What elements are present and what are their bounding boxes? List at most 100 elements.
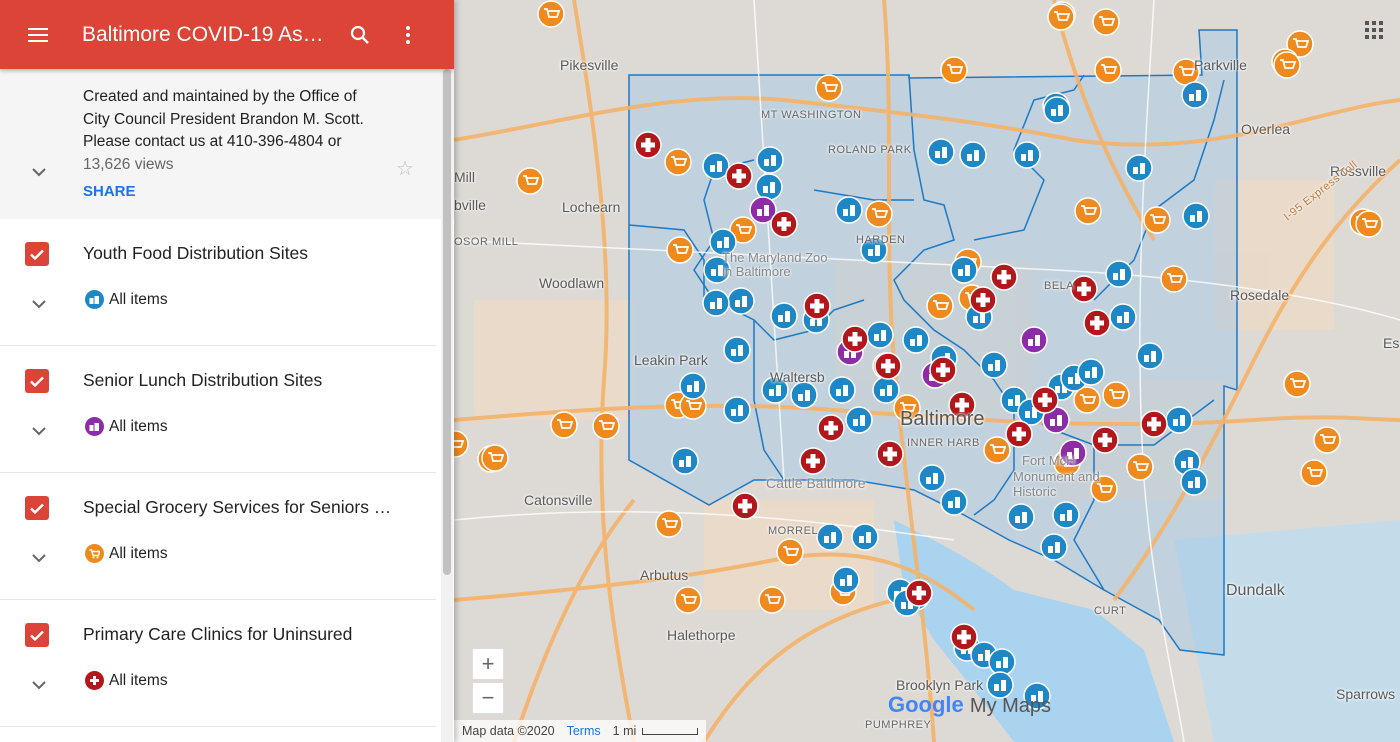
collapse-description-button[interactable] — [28, 161, 50, 183]
grocery-marker[interactable] — [1300, 459, 1328, 487]
expand-layer-button[interactable] — [28, 547, 50, 569]
expand-layer-button[interactable] — [28, 420, 50, 442]
grocery-marker[interactable] — [865, 200, 893, 228]
scale-bar[interactable]: 1 mi — [613, 724, 699, 738]
youth-food-marker[interactable] — [727, 287, 755, 315]
youth-food-marker[interactable] — [702, 289, 730, 317]
youth-food-marker[interactable] — [1077, 358, 1105, 386]
youth-food-marker[interactable] — [927, 138, 955, 166]
youth-food-marker[interactable] — [1182, 202, 1210, 230]
grocery-marker[interactable] — [776, 538, 804, 566]
youth-food-marker[interactable] — [988, 648, 1016, 676]
grocery-marker[interactable] — [940, 56, 968, 84]
youth-food-marker[interactable] — [918, 464, 946, 492]
clinic-marker[interactable] — [874, 352, 902, 380]
grocery-marker[interactable] — [983, 436, 1011, 464]
grocery-marker[interactable] — [1047, 3, 1075, 31]
youth-food-marker[interactable] — [702, 152, 730, 180]
youth-food-marker[interactable] — [1040, 533, 1068, 561]
layer-items-row[interactable]: All items — [85, 544, 168, 563]
youth-food-marker[interactable] — [845, 406, 873, 434]
grocery-marker[interactable] — [926, 292, 954, 320]
clinic-marker[interactable] — [770, 210, 798, 238]
clinic-marker[interactable] — [950, 623, 978, 651]
youth-food-marker[interactable] — [755, 173, 783, 201]
grocery-marker[interactable] — [550, 411, 578, 439]
youth-food-marker[interactable] — [790, 381, 818, 409]
youth-food-marker[interactable] — [671, 447, 699, 475]
youth-food-marker[interactable] — [950, 256, 978, 284]
clinic-marker[interactable] — [799, 447, 827, 475]
youth-food-marker[interactable] — [723, 336, 751, 364]
clinic-marker[interactable] — [817, 414, 845, 442]
youth-food-marker[interactable] — [1109, 303, 1137, 331]
youth-food-marker[interactable] — [866, 321, 894, 349]
layer-checkbox[interactable] — [25, 496, 49, 520]
grocery-marker[interactable] — [1355, 210, 1383, 238]
grocery-marker[interactable] — [537, 0, 565, 28]
more-options-button[interactable] — [388, 0, 428, 69]
expand-layer-button[interactable] — [28, 293, 50, 315]
youth-food-marker[interactable] — [872, 376, 900, 404]
clinic-marker[interactable] — [990, 263, 1018, 291]
grocery-marker[interactable] — [1313, 426, 1341, 454]
clinic-marker[interactable] — [634, 131, 662, 159]
layer-checkbox[interactable] — [25, 369, 49, 393]
youth-food-marker[interactable] — [1043, 96, 1071, 124]
layer-name[interactable]: Special Grocery Services for Seniors … — [83, 497, 391, 518]
youth-food-marker[interactable] — [980, 351, 1008, 379]
grocery-marker[interactable] — [1094, 56, 1122, 84]
youth-food-marker[interactable] — [1136, 342, 1164, 370]
clinic-marker[interactable] — [731, 492, 759, 520]
youth-food-marker[interactable] — [832, 566, 860, 594]
clinic-marker[interactable] — [1083, 309, 1111, 337]
clinic-marker[interactable] — [1031, 386, 1059, 414]
youth-food-marker[interactable] — [1013, 141, 1041, 169]
clinic-marker[interactable] — [929, 356, 957, 384]
sidebar-scrollbar[interactable] — [441, 69, 453, 742]
youth-food-marker[interactable] — [1125, 154, 1153, 182]
map-canvas[interactable]: Pikesville Lochearn Woodlawn Leakin Park… — [454, 0, 1400, 742]
layer-name[interactable]: Youth Food Distribution Sites — [83, 243, 308, 264]
clinic-marker[interactable] — [725, 162, 753, 190]
grocery-marker[interactable] — [1273, 51, 1301, 79]
youth-food-marker[interactable] — [756, 146, 784, 174]
scrollbar-thumb[interactable] — [443, 69, 451, 575]
grocery-marker[interactable] — [758, 586, 786, 614]
share-button[interactable]: SHARE — [83, 183, 136, 200]
youth-food-marker[interactable] — [902, 326, 930, 354]
zoom-out-button[interactable]: − — [472, 682, 504, 714]
youth-food-marker[interactable] — [1007, 503, 1035, 531]
grocery-marker[interactable] — [655, 510, 683, 538]
grocery-marker[interactable] — [666, 236, 694, 264]
layer-items-row[interactable]: All items — [85, 671, 168, 690]
youth-food-marker[interactable] — [1180, 468, 1208, 496]
clinic-marker[interactable] — [969, 286, 997, 314]
layer-checkbox[interactable] — [25, 623, 49, 647]
youth-food-marker[interactable] — [940, 488, 968, 516]
clinic-marker[interactable] — [841, 325, 869, 353]
youth-food-marker[interactable] — [1165, 406, 1193, 434]
youth-food-marker[interactable] — [1181, 81, 1209, 109]
grocery-marker[interactable] — [1160, 265, 1188, 293]
grocery-marker[interactable] — [1074, 197, 1102, 225]
zoom-in-button[interactable]: + — [472, 648, 504, 680]
clinic-marker[interactable] — [1005, 420, 1033, 448]
layer-checkbox[interactable] — [25, 242, 49, 266]
grocery-marker[interactable] — [664, 148, 692, 176]
youth-food-marker[interactable] — [1052, 501, 1080, 529]
clinic-marker[interactable] — [803, 292, 831, 320]
grocery-marker[interactable] — [815, 74, 843, 102]
layer-name[interactable]: Senior Lunch Distribution Sites — [83, 370, 322, 391]
star-icon[interactable]: ☆ — [396, 156, 414, 181]
search-button[interactable] — [332, 0, 388, 69]
youth-food-marker[interactable] — [679, 372, 707, 400]
youth-food-marker[interactable] — [770, 302, 798, 330]
apps-grid-button[interactable] — [1364, 20, 1384, 40]
clinic-marker[interactable] — [876, 440, 904, 468]
layer-name[interactable]: Primary Care Clinics for Uninsured — [83, 624, 352, 645]
grocery-marker[interactable] — [1102, 381, 1130, 409]
youth-food-marker[interactable] — [851, 523, 879, 551]
youth-food-marker[interactable] — [828, 376, 856, 404]
layer-items-row[interactable]: All items — [85, 290, 168, 309]
